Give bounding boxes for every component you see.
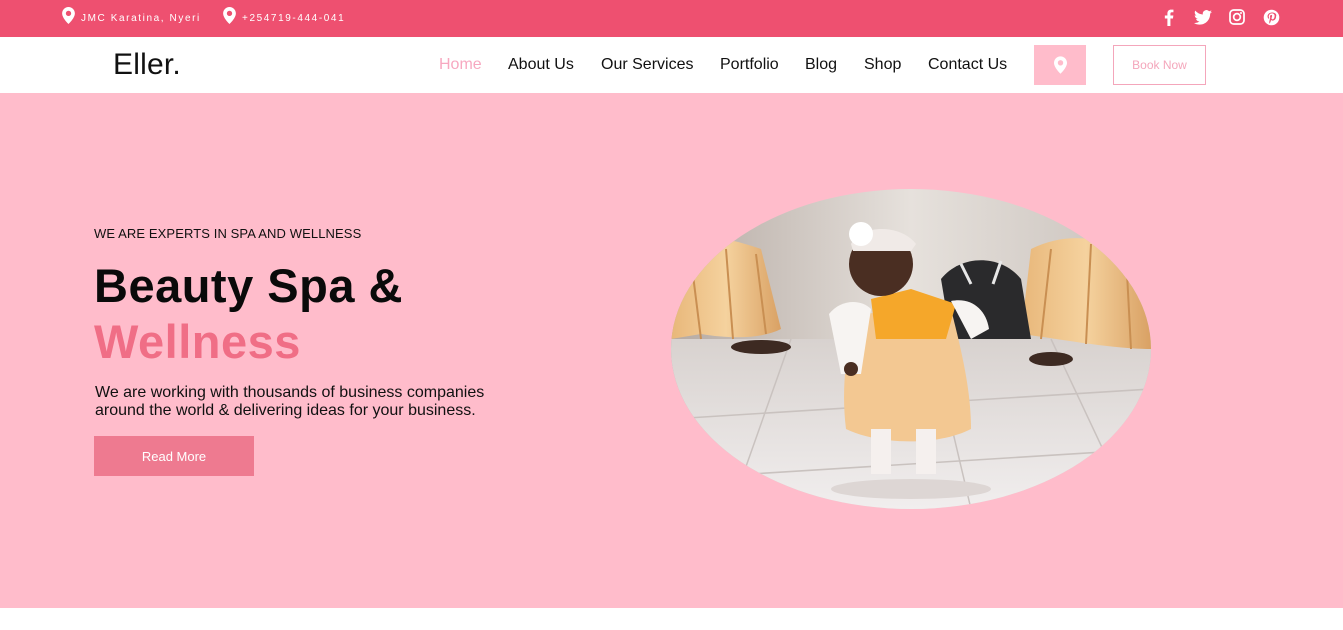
nav-about-us[interactable]: About Us (508, 56, 574, 74)
hero-section: WE ARE EXPERTS IN SPA AND WELLNESS Beaut… (0, 93, 1343, 608)
location-button[interactable] (1034, 45, 1086, 85)
location-pin-icon (62, 7, 75, 24)
nav-contact-us[interactable]: Contact Us (928, 56, 1007, 74)
main-navbar: Eller. Home About Us Our Services Portfo… (0, 37, 1343, 93)
nav-portfolio[interactable]: Portfolio (720, 56, 779, 74)
pinterest-icon[interactable] (1262, 8, 1280, 26)
phone-contact[interactable]: +254719-444-041 (223, 0, 345, 37)
brand-logo[interactable]: Eller. (113, 48, 181, 82)
location-pin-icon (223, 7, 236, 24)
hero-title-line2: Wellness (94, 315, 301, 368)
twitter-icon[interactable] (1194, 8, 1212, 26)
instagram-icon[interactable] (1228, 8, 1246, 26)
phone-text: +254719-444-041 (242, 13, 346, 24)
read-more-button[interactable]: Read More (94, 436, 254, 476)
hero-photo-illustration (671, 189, 1151, 509)
top-bar: JMC Karatina, Nyeri +254719-444-041 (0, 0, 1343, 37)
hero-description: We are working with thousands of busines… (95, 384, 485, 419)
address-text: JMC Karatina, Nyeri (81, 13, 201, 24)
hero-photo (671, 189, 1151, 509)
nav-home[interactable]: Home (439, 56, 482, 74)
nav-our-services[interactable]: Our Services (601, 56, 693, 74)
facebook-icon[interactable] (1160, 8, 1178, 26)
hero-title-line1: Beauty Spa & (94, 259, 403, 312)
book-now-button[interactable]: Book Now (1113, 45, 1206, 85)
address-contact[interactable]: JMC Karatina, Nyeri (62, 0, 201, 37)
location-pin-icon (1053, 56, 1067, 74)
hero-eyebrow: WE ARE EXPERTS IN SPA AND WELLNESS (94, 226, 362, 241)
nav-blog[interactable]: Blog (805, 56, 837, 74)
nav-shop[interactable]: Shop (864, 56, 901, 74)
